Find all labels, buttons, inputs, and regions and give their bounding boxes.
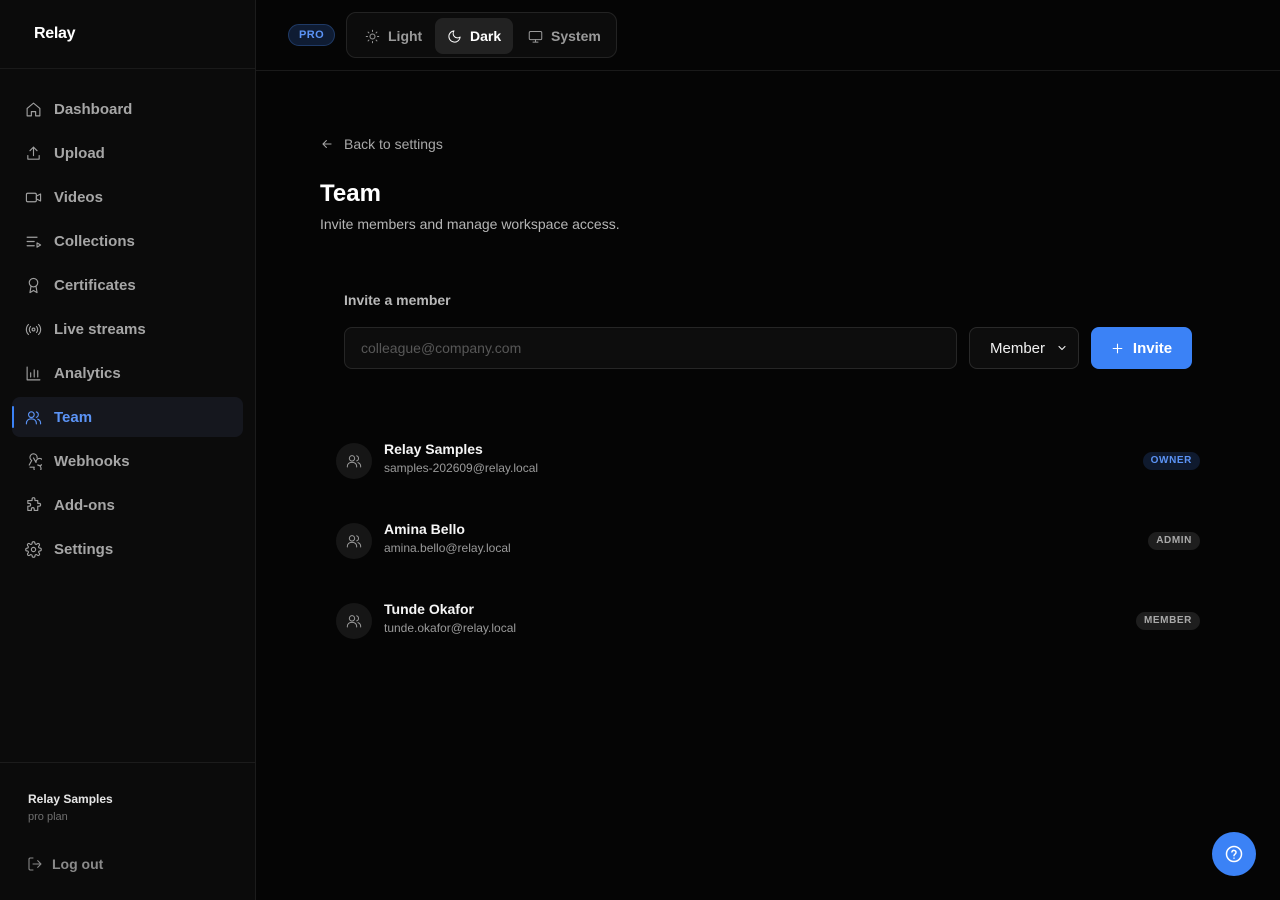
sidebar-item-label: Settings [54, 540, 114, 558]
role-select[interactable]: Member [969, 327, 1079, 369]
sidebar-item-collections[interactable]: Collections [12, 221, 243, 261]
avatar [336, 523, 372, 559]
avatar [336, 443, 372, 479]
logout-button[interactable]: Log out [27, 856, 103, 872]
theme-dark-label: Dark [470, 28, 502, 44]
broadcast-icon [24, 320, 42, 338]
bar-chart-icon [24, 364, 42, 382]
help-circle-icon [1225, 845, 1243, 863]
invite-button[interactable]: Invite [1091, 327, 1192, 369]
sidebar-item-dashboard[interactable]: Dashboard [12, 89, 243, 129]
sidebar-item-videos[interactable]: Videos [12, 177, 243, 217]
video-icon [24, 188, 42, 206]
theme-light-button[interactable]: Light [353, 18, 434, 54]
theme-system-label: System [551, 28, 601, 44]
role-badge: ADMIN [1148, 532, 1200, 550]
sidebar-item-label: Collections [54, 232, 135, 250]
invite-email-input[interactable] [344, 327, 957, 369]
sidebar-item-label: Upload [54, 144, 105, 162]
member-name: Relay Samples [384, 441, 483, 457]
sidebar-item-certificates[interactable]: Certificates [12, 265, 243, 305]
moon-icon [448, 29, 461, 43]
sun-icon [365, 29, 380, 43]
list-icon [24, 232, 42, 250]
users-icon [24, 408, 42, 426]
help-button[interactable] [1212, 832, 1256, 876]
plan-badge: PRO [288, 24, 336, 46]
sidebar-item-live-streams[interactable]: Live streams [12, 309, 243, 349]
sidebar-item-team[interactable]: Team [12, 397, 243, 437]
theme-system-button[interactable]: System [516, 18, 613, 54]
logout-icon [28, 857, 42, 871]
theme-light-label: Light [388, 28, 423, 44]
member-name: Amina Bello [384, 521, 465, 537]
sidebar-nav: Dashboard Upload Videos Collections Cert… [0, 69, 255, 569]
role-badge: OWNER [1142, 452, 1200, 470]
top-bar: PRO Light Dark System [256, 0, 1280, 71]
theme-dark-button[interactable]: Dark [435, 18, 514, 54]
app-logo[interactable]: Relay [34, 25, 76, 42]
logo-area: Relay [0, 0, 255, 69]
role-badge: MEMBER [1135, 612, 1200, 630]
member-email: samples-202609@relay.local [384, 461, 539, 475]
plus-icon [1112, 343, 1123, 353]
monitor-icon [528, 30, 543, 43]
logout-label: Log out [52, 856, 104, 872]
page-title: Team [320, 180, 381, 207]
sidebar-item-label: Dashboard [54, 100, 133, 118]
sidebar-item-webhooks[interactable]: Webhooks [12, 441, 243, 481]
user-box: Relay Samples pro plan [0, 762, 255, 823]
member-row: Relay Samples samples-202609@relay.local… [336, 433, 1200, 493]
sidebar-item-label: Videos [54, 188, 103, 206]
role-select-value: Member [990, 339, 1046, 357]
sidebar-item-label: Add-ons [54, 496, 115, 514]
invite-button-label: Invite [1132, 339, 1173, 357]
sidebar-item-analytics[interactable]: Analytics [12, 353, 243, 393]
theme-switcher: Light Dark System [346, 12, 617, 58]
sidebar-item-settings[interactable]: Settings [12, 529, 243, 569]
sidebar: Relay Dashboard Upload Videos Collection… [0, 0, 256, 900]
award-icon [24, 276, 42, 294]
avatar [336, 603, 372, 639]
back-label: Back to settings [344, 136, 443, 152]
invite-label: Invite a member [344, 292, 451, 308]
member-row: Amina Bello amina.bello@relay.local ADMI… [336, 513, 1200, 573]
user-plan: pro plan [28, 811, 68, 823]
sidebar-item-label: Webhooks [54, 452, 130, 470]
gear-icon [24, 540, 42, 558]
home-icon [24, 100, 42, 118]
member-email: amina.bello@relay.local [384, 541, 511, 555]
sidebar-item-label: Analytics [54, 364, 121, 382]
main-content: Back to settings Team Invite members and… [256, 71, 1280, 900]
arrow-left-icon [322, 140, 332, 148]
users-icon [346, 455, 362, 468]
users-icon [346, 535, 362, 548]
sidebar-item-label: Certificates [54, 276, 136, 294]
sidebar-item-label: Live streams [54, 320, 146, 338]
chevron-down-icon [1058, 345, 1066, 351]
webhook-icon [24, 452, 42, 470]
upload-icon [24, 144, 42, 162]
page-subtitle: Invite members and manage workspace acce… [320, 216, 620, 232]
member-email: tunde.okafor@relay.local [384, 621, 517, 635]
users-icon [346, 615, 362, 628]
sidebar-item-label: Team [54, 408, 93, 426]
puzzle-icon [24, 496, 42, 514]
member-row: Tunde Okafor tunde.okafor@relay.local ME… [336, 593, 1200, 653]
back-to-settings-link[interactable]: Back to settings [320, 136, 443, 152]
member-name: Tunde Okafor [384, 601, 474, 617]
user-name: Relay Samples [28, 792, 113, 806]
sidebar-item-add-ons[interactable]: Add-ons [12, 485, 243, 525]
sidebar-item-upload[interactable]: Upload [12, 133, 243, 173]
